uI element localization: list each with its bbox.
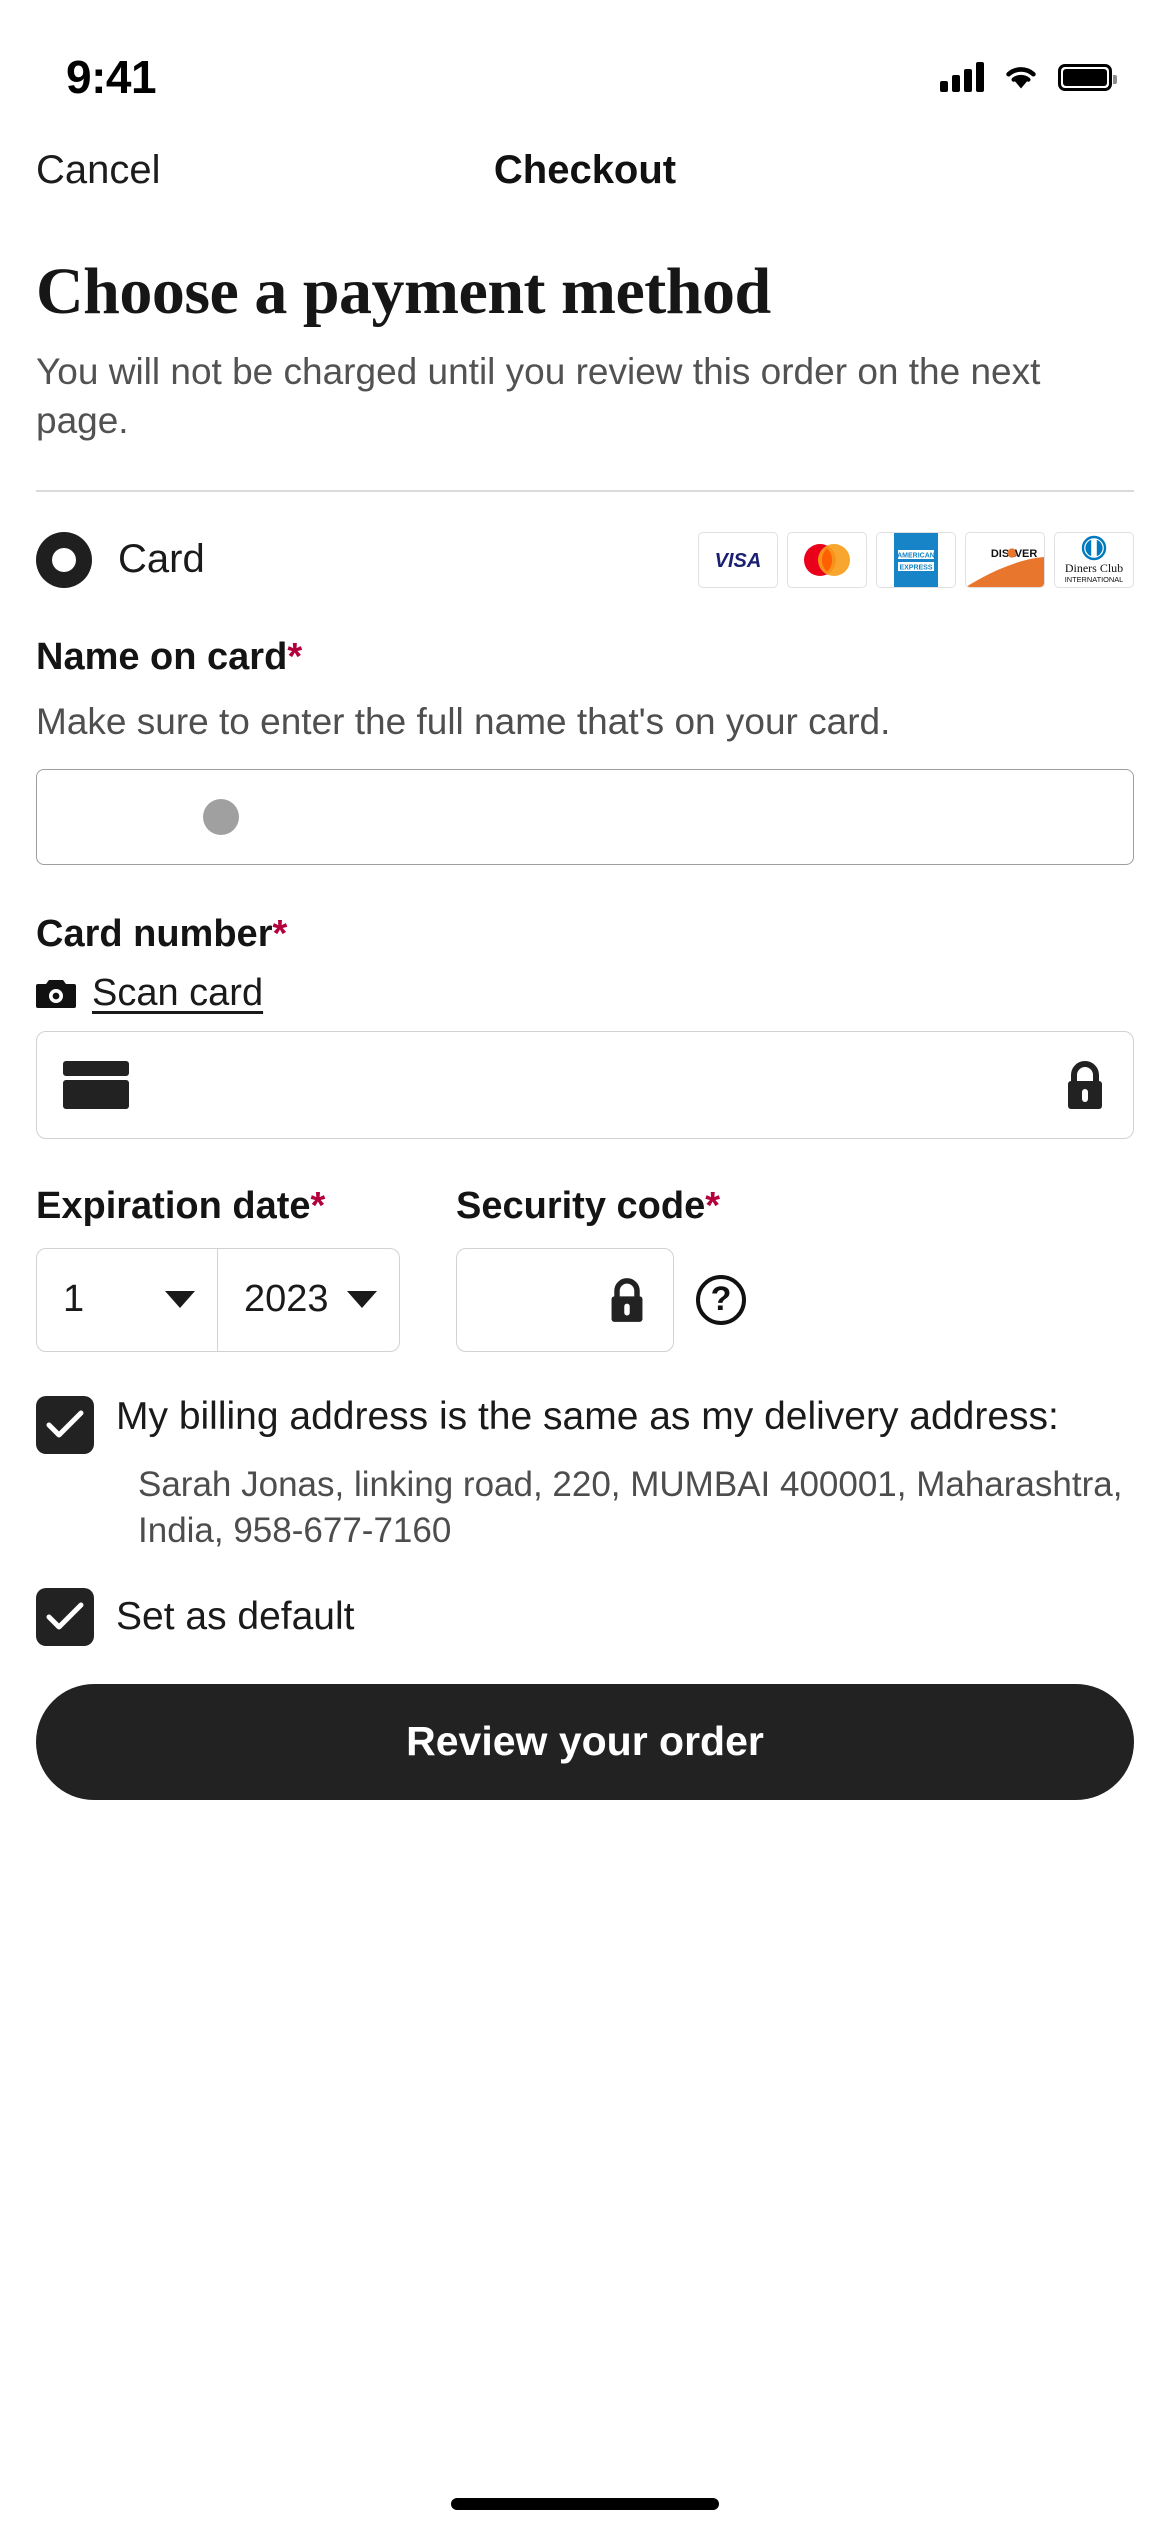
required-asterisk: *: [310, 1184, 326, 1227]
mastercard-logo: [787, 531, 867, 588]
page-heading: Choose a payment method: [36, 255, 771, 328]
expiration-group: Expiration date* 1 2023: [36, 1185, 426, 1352]
billing-address-value: Sarah Jonas, linking road, 220, MUMBAI 4…: [138, 1464, 1123, 1550]
radio-selected-icon[interactable]: [36, 531, 92, 588]
required-asterisk: *: [287, 635, 303, 678]
scan-card-label[interactable]: Scan card: [92, 972, 263, 1015]
name-on-card-help: Make sure to enter the full name that's …: [36, 700, 891, 742]
page-title-checkout: Checkout: [493, 147, 677, 192]
visa-logo: VISA: [698, 531, 778, 588]
main-content: Choose a payment method You will not be …: [0, 256, 1170, 1800]
section-divider: [36, 489, 1134, 492]
status-time: 9:41: [66, 51, 157, 103]
chevron-down-icon: [165, 1291, 195, 1309]
billing-address-checkbox-row[interactable]: My billing address is the same as my del…: [36, 1392, 1134, 1454]
set-default-label: Set as default: [116, 1594, 355, 1638]
name-on-card-input[interactable]: [36, 768, 1134, 865]
card-brand-list: VISA AMERICAN EXPRESS DISC VER Diners Cl…: [698, 531, 1134, 588]
billing-address-checkbox-label: My billing address is the same as my del…: [116, 1394, 1059, 1438]
lock-icon: [611, 1277, 643, 1322]
payment-method-row[interactable]: Card VISA AMERICAN EXPRESS DISC VER Dine…: [36, 531, 1134, 588]
svg-text:EXPRESS: EXPRESS: [899, 564, 932, 571]
expiration-month-select[interactable]: 1: [36, 1247, 218, 1352]
billing-address-checkbox[interactable]: [36, 1395, 94, 1454]
payment-method-card-option[interactable]: Card: [36, 531, 205, 588]
expiration-selects: 1 2023: [36, 1247, 426, 1352]
cancel-button[interactable]: Cancel: [36, 148, 161, 193]
input-caret-dot-icon: [203, 798, 239, 835]
chevron-down-icon: [347, 1291, 377, 1309]
set-default-checkbox[interactable]: [36, 1587, 94, 1646]
status-icons: [940, 62, 1117, 92]
card-number-input[interactable]: [36, 1030, 1134, 1139]
expiry-security-row: Expiration date* 1 2023 Security code* ?: [36, 1185, 1134, 1352]
question-circle-icon[interactable]: ?: [696, 1274, 746, 1325]
set-default-checkbox-row[interactable]: Set as default: [36, 1587, 1134, 1646]
camera-icon: [36, 980, 76, 1009]
checkmark-icon: [46, 1602, 84, 1630]
name-on-card-label: Name on card*: [36, 636, 1134, 679]
amex-logo: AMERICAN EXPRESS: [876, 531, 956, 588]
card-number-label-text: Card number: [36, 912, 273, 955]
security-code-group: Security code* ?: [456, 1185, 746, 1352]
security-code-label: Security code*: [456, 1185, 746, 1228]
home-indicator: [451, 2498, 719, 2510]
name-on-card-label-text: Name on card: [36, 635, 288, 678]
discover-logo: DISC VER: [965, 531, 1045, 588]
credit-card-icon: [63, 1060, 129, 1109]
svg-text:VISA: VISA: [715, 550, 762, 572]
expiration-year-select[interactable]: 2023: [218, 1247, 400, 1352]
expiration-label-text: Expiration date: [36, 1184, 311, 1227]
expiration-month-value: 1: [63, 1278, 85, 1321]
diners-club-logo: Diners Club INTERNATIONAL: [1054, 531, 1134, 588]
payment-method-label: Card: [118, 537, 205, 582]
wifi-icon: [1006, 67, 1036, 89]
expiration-year-value: 2023: [244, 1278, 329, 1321]
required-asterisk: *: [705, 1184, 721, 1227]
expiration-label: Expiration date*: [36, 1185, 426, 1228]
phone-screen: 9:41 Cancel Checkout Choose a payment me…: [0, 0, 1170, 2532]
nav-bar: Cancel Checkout: [0, 124, 1170, 216]
security-code-input[interactable]: [456, 1247, 674, 1352]
svg-text:VER: VER: [1015, 548, 1038, 560]
checkmark-icon: [46, 1410, 84, 1438]
help-icon-label: ?: [710, 1280, 732, 1319]
lock-icon: [1068, 1060, 1102, 1109]
status-bar: 9:41: [0, 0, 1170, 124]
security-code-label-text: Security code: [456, 1184, 706, 1227]
review-your-order-button[interactable]: Review your order: [36, 1683, 1134, 1800]
svg-text:INTERNATIONAL: INTERNATIONAL: [1065, 575, 1124, 584]
scan-card-link[interactable]: Scan card: [36, 972, 1134, 1015]
svg-text:AMERICAN: AMERICAN: [897, 552, 935, 559]
battery-full-icon: [1058, 63, 1117, 91]
svg-text:Diners Club: Diners Club: [1065, 561, 1123, 575]
card-number-label: Card number*: [36, 913, 1134, 956]
security-code-row: ?: [456, 1247, 746, 1352]
required-asterisk: *: [272, 912, 288, 955]
page-subtitle: You will not be charged until you review…: [36, 351, 1041, 442]
signal-bars-icon: [940, 62, 984, 92]
